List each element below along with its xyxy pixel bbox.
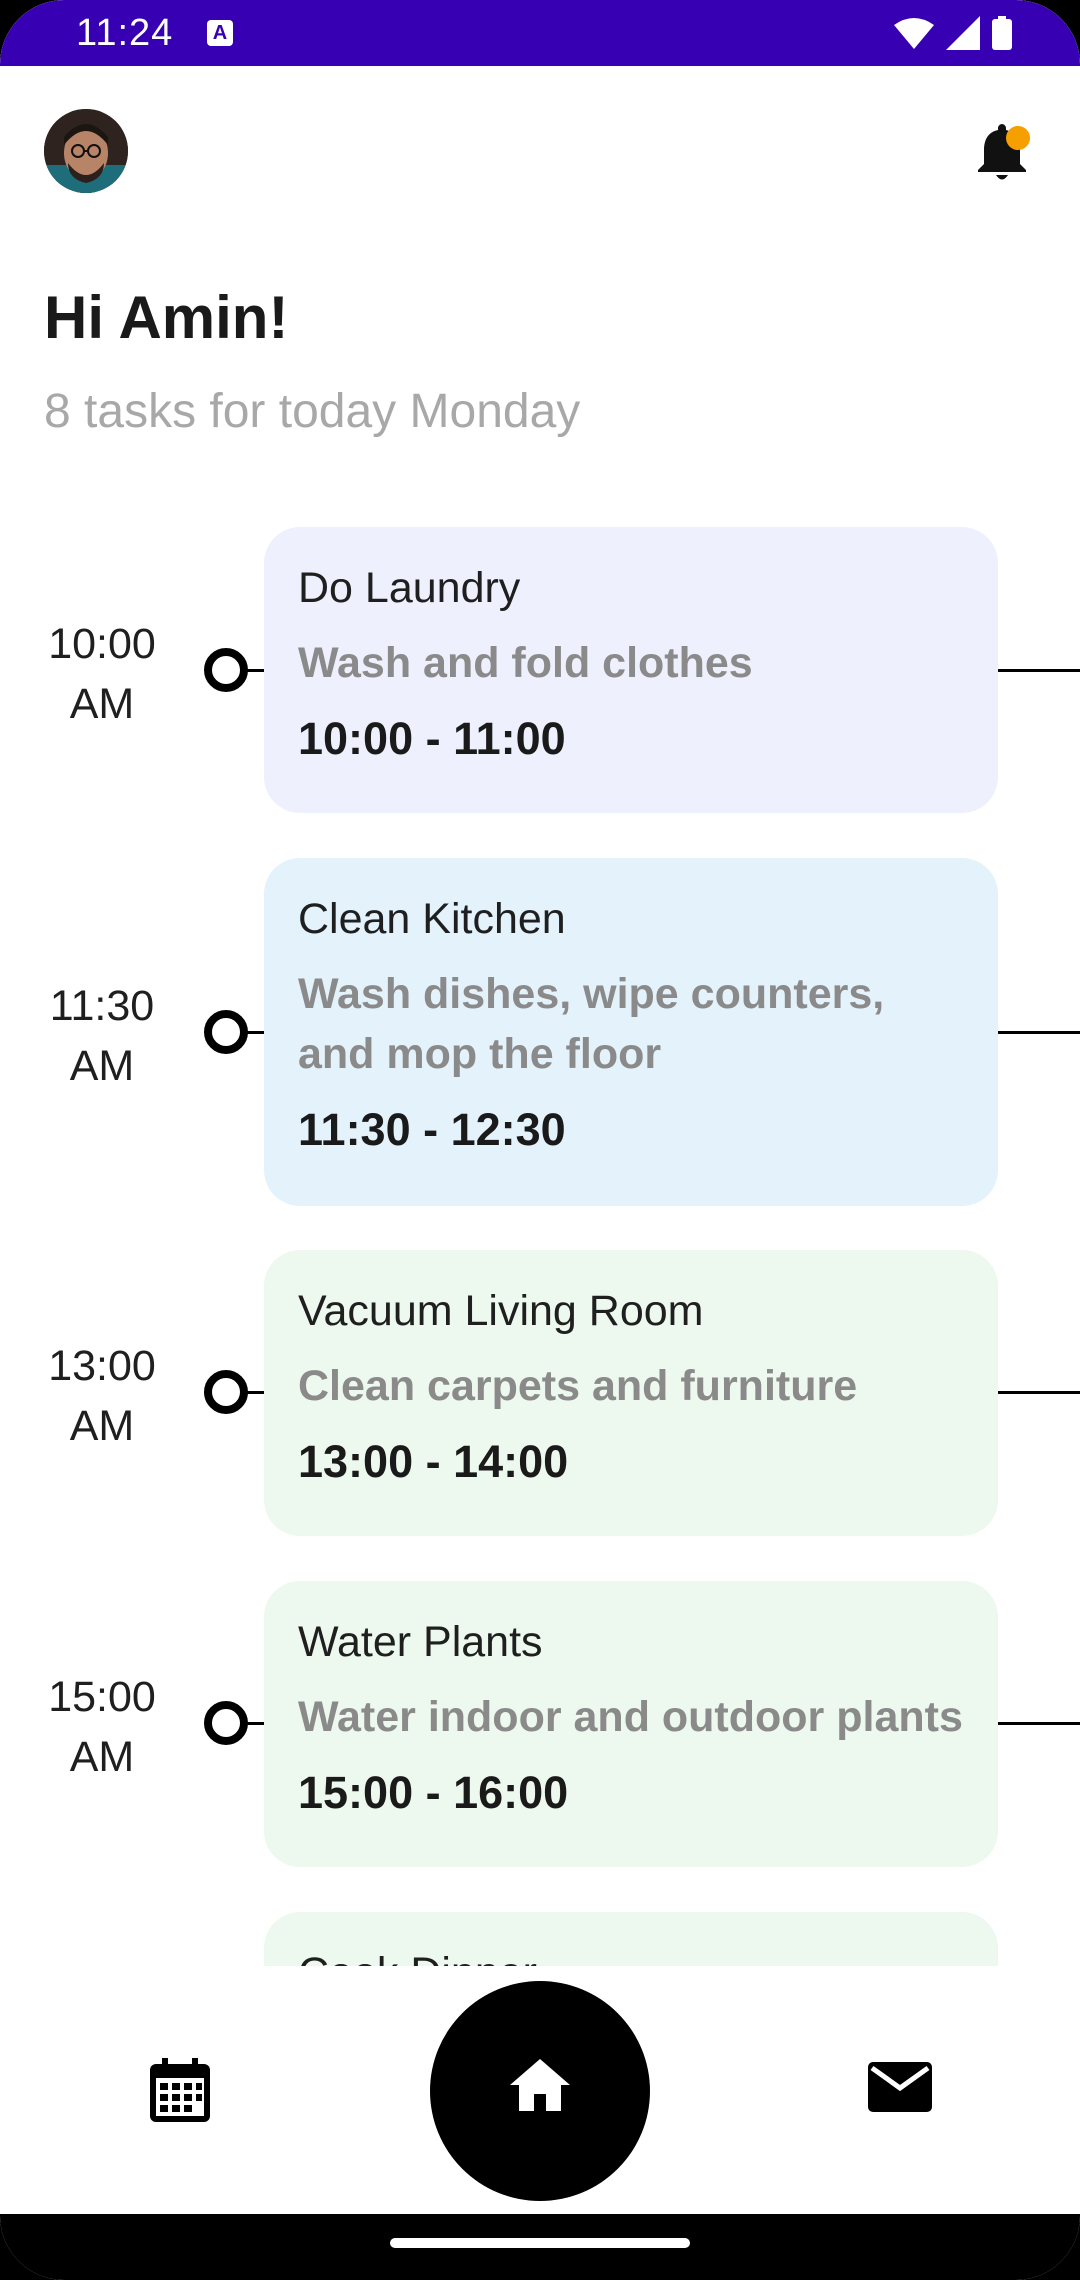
task-description: Wash and fold clothes	[298, 639, 753, 687]
task-title: Clean Kitchen	[298, 895, 566, 943]
home-gesture-pill[interactable]	[390, 2238, 690, 2248]
task-title: Cook Dinner	[298, 1946, 964, 1966]
task-title: Water Plants	[298, 1618, 543, 1666]
signal-icon	[946, 16, 980, 50]
battery-icon	[992, 16, 1012, 50]
home-button[interactable]	[430, 1981, 650, 2201]
timeline-dot	[204, 1010, 248, 1054]
task-card[interactable]: Clean Kitchen Wash dishes, wipe counters…	[264, 858, 998, 1206]
task-description: Water indoor and outdoor plants	[298, 1693, 963, 1741]
timeline-connector	[246, 1722, 264, 1725]
task-card[interactable]: Water Plants Water indoor and outdoor pl…	[264, 1581, 998, 1867]
task-card[interactable]: Cook Dinner	[264, 1912, 998, 1966]
task-time-label: 13:00 AM	[48, 1342, 156, 1450]
keyboard-indicator-icon: A	[207, 20, 233, 46]
task-time-label: 11:30 AM	[49, 982, 155, 1090]
bottom-navigation	[0, 1966, 1080, 2214]
timeline-dot	[204, 1370, 248, 1414]
status-icons	[894, 16, 1012, 50]
task-time-range: 15:00 - 16:00	[298, 1767, 569, 1818]
task-time-label: 15:00 AM	[48, 1673, 156, 1781]
timeline-line	[998, 1391, 1080, 1394]
notification-dot	[1006, 126, 1030, 150]
greeting-title: Hi Amin!	[44, 284, 289, 351]
task-time-label: 10:00 AM	[48, 620, 156, 728]
timeline-connector	[246, 1031, 264, 1034]
task-time-range: 13:00 - 14:00	[298, 1436, 569, 1487]
calendar-icon[interactable]	[150, 2058, 210, 2122]
timeline-dot	[204, 648, 248, 692]
timeline-dot	[204, 1701, 248, 1745]
wifi-icon	[894, 18, 934, 49]
task-title: Vacuum Living Room	[298, 1287, 704, 1335]
task-description: Clean carpets and furniture	[298, 1362, 858, 1410]
screen: 11:24 A Hi Amin! 8 tasks for today Monda…	[0, 0, 1080, 2280]
status-time: 11:24	[76, 12, 174, 54]
status-bar: 11:24 A	[0, 0, 1080, 66]
gesture-bar	[0, 2214, 1080, 2280]
timeline-line	[998, 1031, 1080, 1034]
task-description: Wash dishes, wipe counters, and mop the …	[298, 970, 885, 1078]
timeline-line	[998, 669, 1080, 672]
task-timeline[interactable]: 10:00 AM Do Laundry Wash and fold clothe…	[0, 522, 1080, 1966]
timeline-line	[998, 1722, 1080, 1725]
task-card[interactable]: Vacuum Living Room Clean carpets and fur…	[264, 1250, 998, 1536]
greeting-subtitle: 8 tasks for today Monday	[44, 385, 581, 438]
task-time-range: 11:30 - 12:30	[298, 1104, 566, 1155]
home-icon	[510, 2059, 570, 2111]
mail-icon[interactable]	[868, 2062, 932, 2112]
avatar[interactable]	[44, 109, 128, 193]
task-title: Do Laundry	[298, 564, 521, 612]
timeline-connector	[246, 1391, 264, 1394]
avatar-image	[44, 109, 128, 193]
task-card[interactable]: Do Laundry Wash and fold clothes 10:00 -…	[264, 527, 998, 813]
timeline-connector	[246, 669, 264, 672]
task-time-range: 10:00 - 11:00	[298, 713, 566, 764]
